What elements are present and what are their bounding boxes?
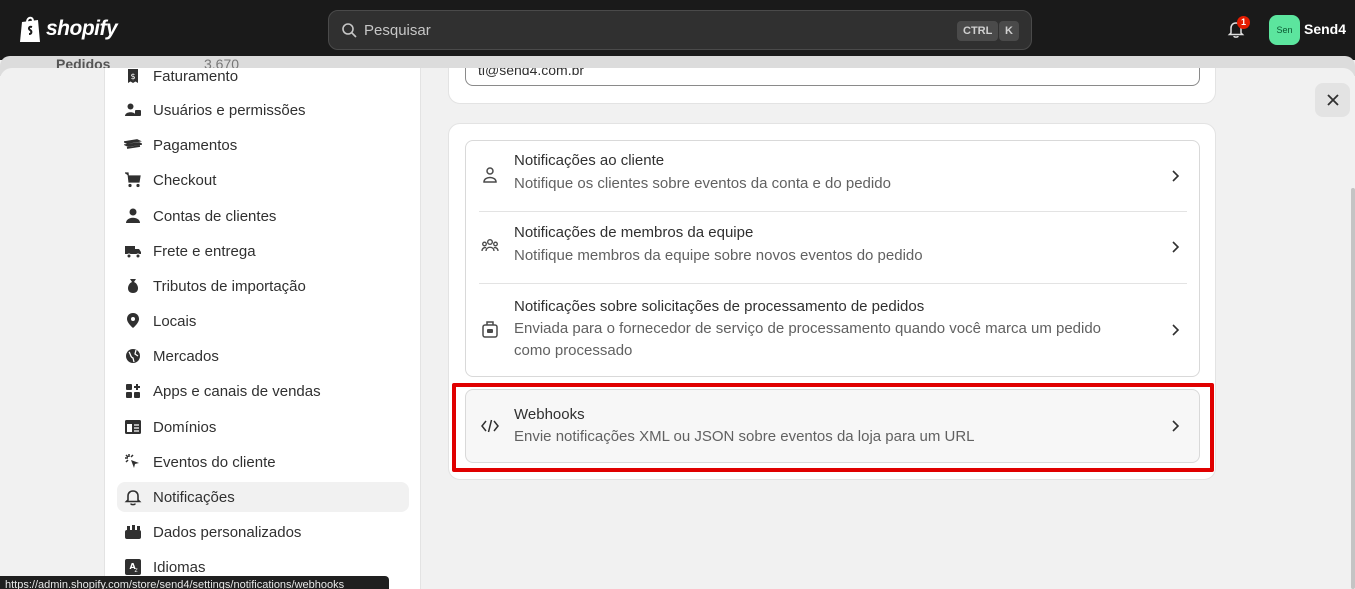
domain-icon <box>124 418 142 436</box>
sidebar-item-label: Mercados <box>153 347 219 365</box>
sidebar-item-locations[interactable]: Locais <box>117 306 409 336</box>
globe-icon <box>124 347 142 365</box>
sidebar-item-customer-accounts[interactable]: Contas de clientes <box>117 201 409 231</box>
sidebar-item-domains[interactable]: Domínios <box>117 412 409 442</box>
sidebar-item-checkout[interactable]: Checkout <box>117 165 409 195</box>
avatar[interactable]: Sen <box>1269 15 1300 45</box>
list-item-fulfillment-notifications[interactable]: Notificações sobre solicitações de proce… <box>465 283 1200 377</box>
database-icon <box>124 523 142 541</box>
list-item-staff-notifications[interactable]: Notificações de membros da equipe Notifi… <box>465 211 1200 283</box>
scrollbar[interactable] <box>1351 188 1355 589</box>
search-placeholder: Pesquisar <box>364 22 431 39</box>
email-field-value: ti@send4.com.br <box>478 68 585 78</box>
users-icon <box>124 101 142 119</box>
search-input[interactable]: Pesquisar CTRL K <box>328 10 1032 50</box>
svg-text:z: z <box>135 567 138 574</box>
close-button[interactable] <box>1315 83 1350 117</box>
shortcut-k-key: K <box>999 21 1019 41</box>
settings-modal: $ Faturamento Usuários e permissões Paga… <box>0 68 1355 589</box>
chevron-right-icon <box>1172 170 1180 182</box>
sidebar-item-label: Contas de clientes <box>153 207 277 225</box>
sidebar-item-label: Pagamentos <box>153 136 238 154</box>
sidebar-item-label: Eventos do cliente <box>153 453 276 471</box>
location-pin-icon <box>124 312 142 330</box>
row-description: Notifique membros da equipe sobre novos … <box>514 247 923 264</box>
sidebar-item-label: Locais <box>153 312 197 330</box>
row-title: Notificações ao cliente <box>514 152 665 169</box>
row-description: Notifique os clientes sobre eventos da c… <box>514 175 891 192</box>
team-icon <box>481 239 499 252</box>
shopify-bag-icon <box>20 16 40 42</box>
sidebar-item-markets[interactable]: Mercados <box>117 341 409 371</box>
logo-text: shopify <box>46 17 118 40</box>
truck-icon <box>124 242 142 260</box>
sidebar-item-label: Idiomas <box>153 558 206 576</box>
money-bag-icon <box>124 277 142 295</box>
sidebar-item-users[interactable]: Usuários e permissões <box>117 95 409 125</box>
close-icon <box>1326 94 1339 106</box>
chevron-right-icon <box>1172 241 1180 253</box>
top-bar: shopify Pesquisar CTRL K 1 Sen Send4 <box>0 0 1355 60</box>
shopify-logo[interactable]: shopify <box>18 14 118 44</box>
cursor-icon <box>124 453 142 471</box>
sidebar-item-label: Domínios <box>153 418 217 436</box>
sidebar-item-custom-data[interactable]: Dados personalizados <box>117 517 409 547</box>
sidebar-item-apps-channels[interactable]: Apps e canais de vendas <box>117 376 409 406</box>
row-title: Notificações de membros da equipe <box>514 224 754 241</box>
receipt-icon: $ <box>124 68 142 85</box>
sidebar-item-label: Frete e entrega <box>153 242 256 260</box>
sidebar-item-customer-events[interactable]: Eventos do cliente <box>117 447 409 477</box>
sidebar-item-label: Notificações <box>153 488 235 506</box>
person-outline-icon <box>483 167 497 183</box>
sidebar-item-label: Checkout <box>153 171 217 189</box>
sidebar-item-payments[interactable]: Pagamentos <box>117 130 409 160</box>
search-icon <box>342 23 357 38</box>
sidebar-item-import-duties[interactable]: Tributos de importação <box>117 271 409 301</box>
fulfillment-icon <box>482 321 498 338</box>
sidebar-item-label: Apps e canais de vendas <box>153 382 321 400</box>
settings-sidebar: $ Faturamento Usuários e permissões Paga… <box>104 68 421 589</box>
cart-icon <box>124 171 142 189</box>
person-icon <box>124 207 142 225</box>
payments-icon <box>124 136 142 154</box>
list-item-customer-notifications[interactable]: Notificações ao cliente Notifique os cli… <box>465 140 1200 211</box>
bell-icon <box>124 488 142 506</box>
sidebar-item-shipping[interactable]: Frete e entrega <box>117 236 409 266</box>
row-title: Notificações sobre solicitações de proce… <box>514 298 925 315</box>
sidebar-item-label: Faturamento <box>153 68 239 85</box>
sidebar-item-label: Usuários e permissões <box>153 101 306 119</box>
row-description: Enviada para o fornecedor de serviço de … <box>514 320 1102 359</box>
translate-icon: Az <box>124 558 142 576</box>
sidebar-item-billing[interactable]: $ Faturamento <box>117 68 409 91</box>
sidebar-item-notifications[interactable]: Notificações <box>117 482 409 512</box>
sidebar-item-label: Tributos de importação <box>153 277 306 295</box>
svg-text:$: $ <box>130 72 135 81</box>
shortcut-ctrl-key: CTRL <box>957 21 999 41</box>
sidebar-item-label: Dados personalizados <box>153 523 302 541</box>
chevron-right-icon <box>1172 324 1180 336</box>
status-bar-url: https://admin.shopify.com/store/send4/se… <box>0 576 389 589</box>
store-name[interactable]: Send4 <box>1304 21 1346 37</box>
notification-count-badge: 1 <box>1237 16 1250 29</box>
apps-icon <box>124 382 142 400</box>
highlight-box <box>452 383 1214 472</box>
